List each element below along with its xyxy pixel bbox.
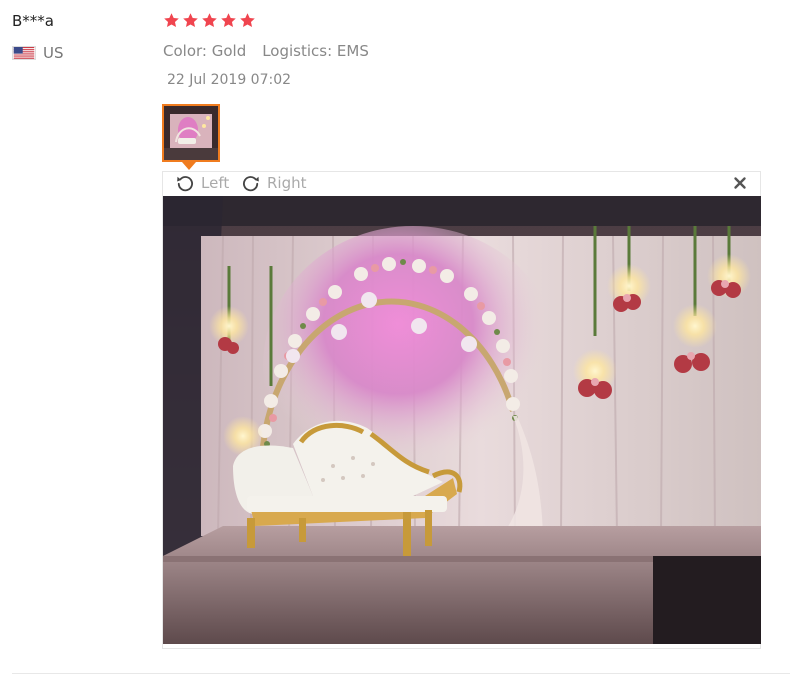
star-icon xyxy=(202,13,217,28)
photo-thumbnail[interactable] xyxy=(162,104,220,162)
order-meta: Color: Gold Logistics: EMS xyxy=(163,42,369,60)
thumbnail-image xyxy=(164,106,218,160)
us-flag-icon xyxy=(12,46,36,60)
star-icon xyxy=(183,13,198,28)
star-icon xyxy=(164,13,179,28)
star-icon xyxy=(221,13,236,28)
close-icon[interactable] xyxy=(732,175,748,191)
rotate-left-label: Left xyxy=(201,174,230,192)
rotate-right-label: Right xyxy=(267,174,307,192)
review-item: B***a US Color: Gold Logistics: EMS 22 J… xyxy=(0,0,790,691)
star-icon xyxy=(240,13,255,28)
viewer-toolbar: Left Right xyxy=(163,172,760,196)
review-divider xyxy=(12,673,790,674)
reviewer-name: B***a xyxy=(12,12,54,30)
rotate-right-icon xyxy=(243,176,259,192)
rotate-right-button[interactable]: Right xyxy=(241,173,307,193)
thumbnail-pointer xyxy=(182,162,196,170)
review-date: 22 Jul 2019 07:02 xyxy=(167,72,292,88)
meta-color: Color: Gold xyxy=(163,42,247,60)
review-photo xyxy=(163,196,761,644)
rotate-left-icon xyxy=(177,176,193,192)
country-code: US xyxy=(43,44,64,62)
meta-logistics: Logistics: EMS xyxy=(262,42,369,60)
star-rating xyxy=(163,12,256,29)
review-photo-image xyxy=(163,196,761,644)
reviewer-country: US xyxy=(12,44,64,62)
photo-viewer: Left Right xyxy=(162,171,761,649)
rotate-left-button[interactable]: Left xyxy=(175,173,229,193)
